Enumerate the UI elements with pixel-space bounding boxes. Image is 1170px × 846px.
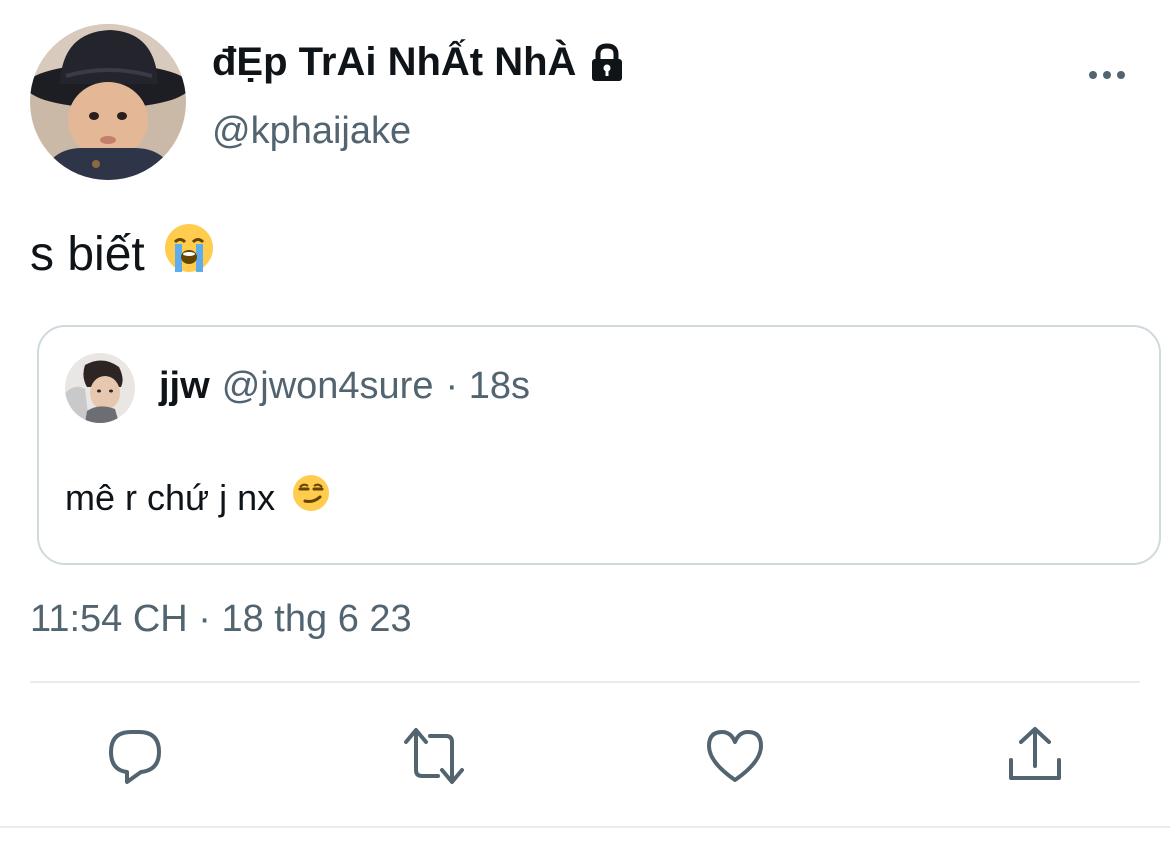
smirking-face-emoji — [291, 473, 331, 522]
quoted-tweet-card[interactable]: jjw @jwon4sure · 18s mê r chứ j nx — [37, 325, 1161, 565]
quote-time: · 18s — [445, 365, 530, 407]
divider-bottom — [0, 826, 1170, 828]
quote-avatar-image — [65, 353, 135, 423]
tweet: đẸp TrAi NhẤt NhÀ @kphaijake s biết jjw … — [0, 0, 1170, 846]
retweet-icon[interactable] — [404, 726, 464, 786]
display-name-text: đẸp TrAi NhẤt NhÀ — [212, 40, 577, 84]
divider — [30, 681, 1140, 683]
tweet-text: s biết — [30, 222, 215, 286]
lock-icon — [586, 42, 628, 84]
quote-display-name[interactable]: jjw — [159, 365, 210, 407]
quote-avatar[interactable] — [65, 353, 135, 423]
share-icon[interactable] — [1005, 726, 1065, 786]
tweet-timestamp[interactable]: 11:54 CH · 18 thg 6 23 — [30, 598, 412, 641]
more-options-icon[interactable] — [1082, 60, 1132, 90]
loudly-crying-face-emoji — [163, 222, 215, 286]
quote-handle[interactable]: @jwon4sure — [222, 365, 434, 407]
author-display-name[interactable]: đẸp TrAi NhẤt NhÀ — [212, 40, 628, 85]
quote-text: mê r chứ j nx — [65, 473, 331, 522]
quote-text-content: mê r chứ j nx — [65, 476, 276, 518]
author-avatar[interactable] — [30, 24, 186, 180]
like-icon[interactable] — [705, 726, 765, 786]
avatar-image — [30, 24, 186, 180]
reply-icon[interactable] — [105, 726, 165, 786]
tweet-text-content: s biết — [30, 227, 145, 281]
author-handle[interactable]: @kphaijake — [212, 110, 411, 153]
quote-header: jjw @jwon4sure · 18s — [159, 365, 530, 408]
